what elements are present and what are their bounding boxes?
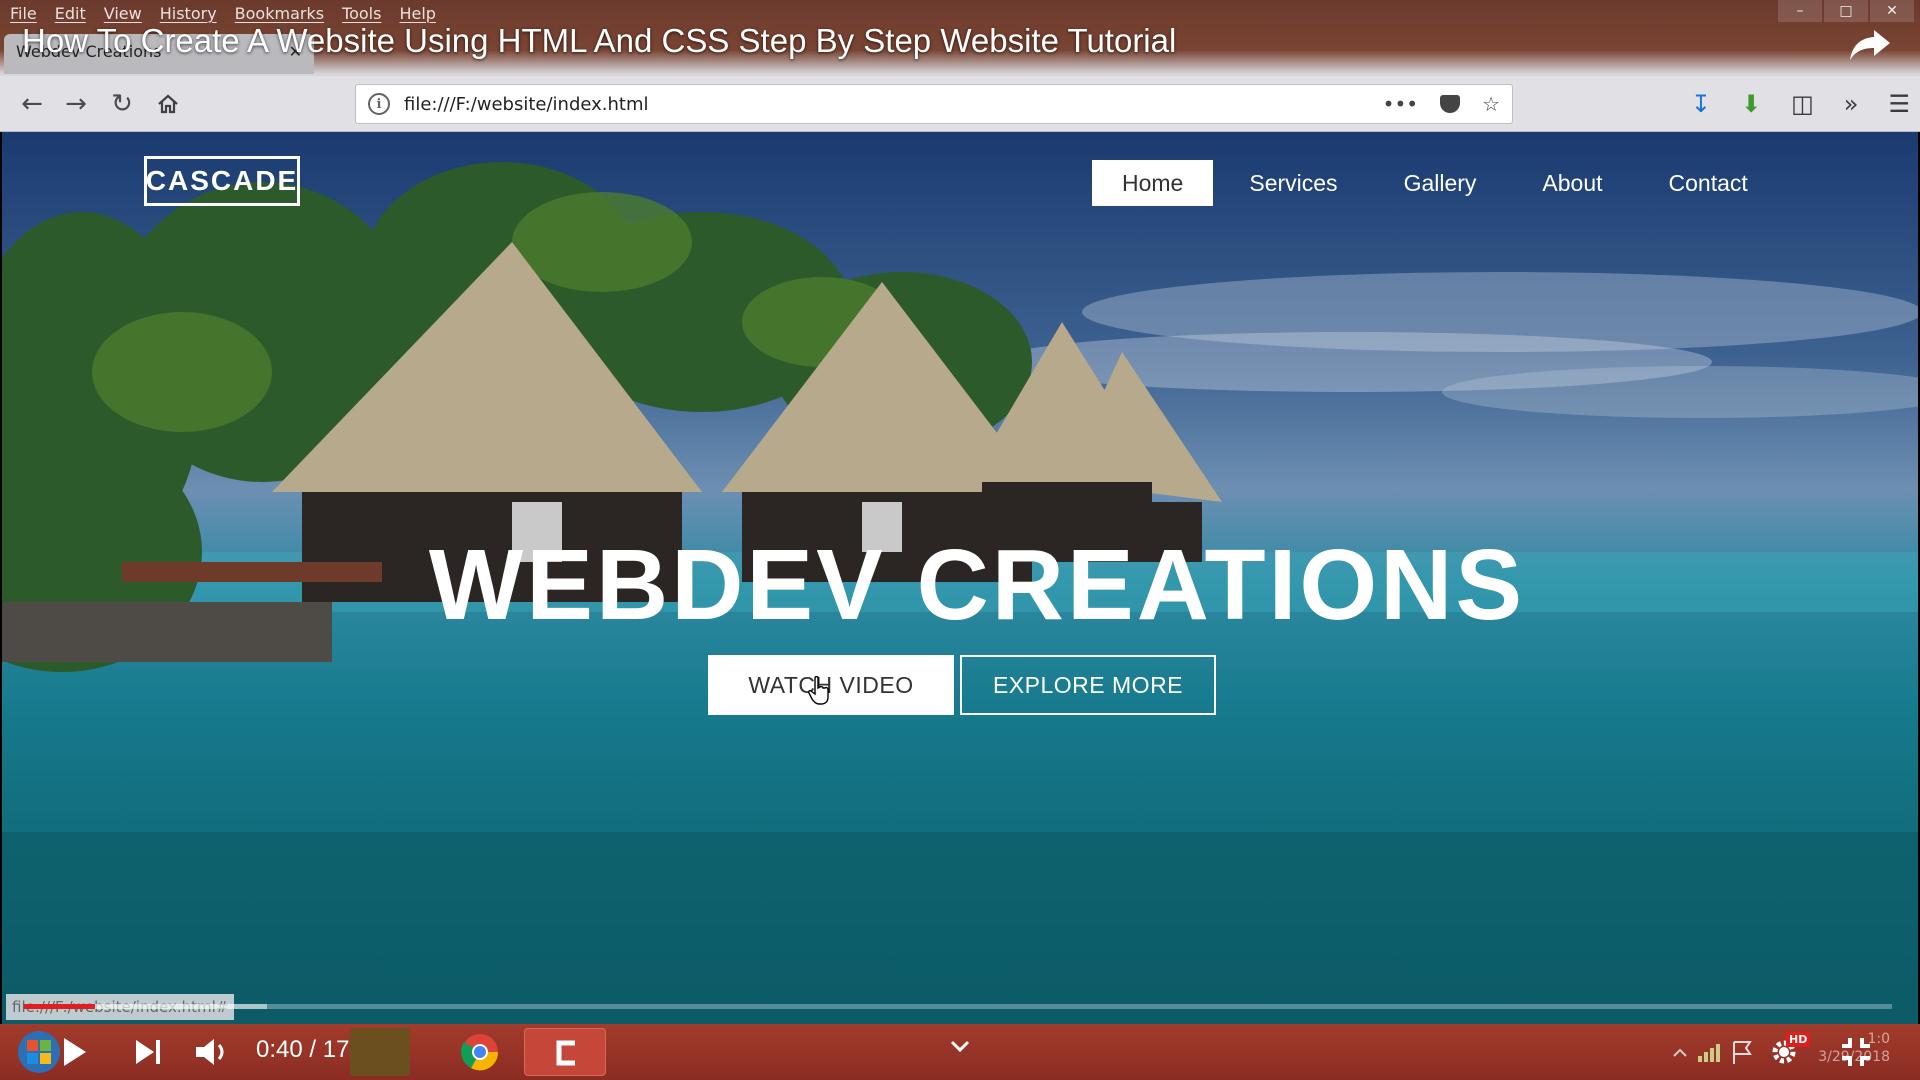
sidebar-icon[interactable]: ◫ (1791, 90, 1814, 118)
url-text: file:///F:/website/index.html (404, 93, 649, 115)
hero-title: WEBDEV CREATIONS (428, 529, 1526, 641)
overflow-chevron-icon[interactable]: » (1844, 90, 1859, 118)
app-c-taskbar-icon[interactable] (524, 1028, 606, 1076)
url-bar[interactable]: i file:///F:/website/index.html ••• ☆ (355, 84, 1513, 124)
explore-more-button[interactable]: EXPLORE MORE (960, 655, 1216, 715)
nav-about[interactable]: About (1512, 160, 1632, 206)
nav-services[interactable]: Services (1219, 160, 1367, 206)
browser-window-chrome: File Edit View History Bookmarks Tools H… (0, 0, 1920, 132)
time-separator: / (302, 1036, 323, 1063)
website-hero: CASCADE Home Services Gallery About Cont… (2, 132, 1918, 1027)
hamburger-menu-icon[interactable]: ☰ (1888, 90, 1910, 118)
nav-home[interactable]: Home (1092, 160, 1214, 206)
current-time: 0:40 (256, 1036, 303, 1063)
play-icon[interactable] (54, 1034, 94, 1070)
flag-icon (1733, 1041, 1752, 1064)
video-controls-bar: 0:40 / 17:38 HD 1:0 3/29/2018 (0, 1024, 1920, 1080)
taskbar-app-icon[interactable] (350, 1028, 410, 1076)
exit-fullscreen-icon[interactable] (1836, 1034, 1876, 1070)
share-icon[interactable] (1848, 26, 1892, 62)
pocket-icon[interactable] (1440, 95, 1461, 113)
close-window-icon[interactable]: ✕ (1870, 0, 1914, 22)
site-info-icon[interactable]: i (368, 93, 390, 115)
forward-arrow-icon[interactable]: → (56, 76, 96, 132)
hero-buttons: WATCH VIDEO EXPLORE MORE (708, 655, 1216, 715)
toolbar-right-icons: ↧ ⬇ ◫ » ☰ (1691, 76, 1910, 132)
more-actions-icon[interactable]: ••• (1383, 92, 1418, 116)
video-progress-bar[interactable] (24, 1004, 1892, 1009)
download-icon[interactable]: ↧ (1691, 90, 1711, 118)
video-title[interactable]: How To Create A Website Using HTML And C… (22, 22, 1176, 60)
menu-history[interactable]: History (160, 4, 217, 23)
bookmark-star-icon[interactable]: ☆ (1482, 92, 1500, 116)
menu-tools[interactable]: Tools (342, 4, 381, 23)
menu-bookmarks[interactable]: Bookmarks (235, 4, 324, 23)
home-icon[interactable] (148, 76, 188, 132)
back-arrow-icon[interactable]: ← (12, 76, 52, 132)
watch-video-button[interactable]: WATCH VIDEO (708, 655, 954, 715)
site-nav: Home Services Gallery About Contact (1092, 160, 1784, 206)
reload-icon[interactable]: ↻ (102, 76, 142, 132)
minimize-icon[interactable]: – (1778, 0, 1822, 22)
maximize-icon[interactable]: □ (1824, 0, 1868, 22)
chevron-down-icon[interactable] (940, 1030, 980, 1066)
menu-edit[interactable]: Edit (55, 4, 86, 23)
menu-file[interactable]: File (10, 4, 37, 23)
browser-toolbar: ← → ↻ i file:///F:/website/index.html ••… (0, 76, 1920, 132)
chrome-taskbar-icon[interactable] (450, 1028, 510, 1076)
volume-icon[interactable] (192, 1034, 232, 1070)
url-actions: ••• ☆ (1383, 85, 1500, 123)
next-video-icon[interactable] (128, 1034, 168, 1070)
hd-badge: HD (1786, 1032, 1811, 1047)
hand-cursor-icon (808, 676, 829, 705)
menu-view[interactable]: View (104, 4, 142, 23)
nav-contact[interactable]: Contact (1639, 160, 1778, 206)
menu-help[interactable]: Help (399, 4, 435, 23)
site-logo[interactable]: CASCADE (144, 156, 300, 206)
window-controls: – □ ✕ (1778, 0, 1914, 22)
nav-gallery[interactable]: Gallery (1374, 160, 1507, 206)
progress-played (24, 1004, 95, 1009)
extension-download-icon[interactable]: ⬇ (1741, 90, 1761, 118)
